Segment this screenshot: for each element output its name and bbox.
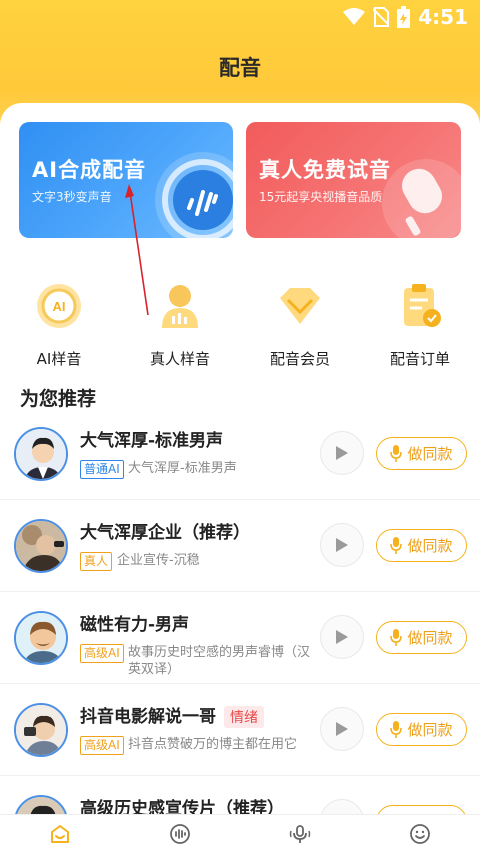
voice-description: 大气浑厚-标准男声 (128, 461, 237, 476)
make-same-button[interactable]: 做同款 (376, 713, 467, 746)
tab-profile[interactable] (360, 815, 480, 853)
person-icon (162, 285, 198, 328)
waveform-icon (170, 824, 190, 844)
tab-home[interactable] (0, 815, 120, 853)
play-button[interactable] (320, 615, 364, 659)
play-icon (336, 538, 348, 552)
voice-list-item[interactable]: 抖音电影解说一哥 情绪 高级AI 抖音点赞破万的博主都在用它 做同款 (0, 684, 480, 776)
voice-type-tag: 高级AI (80, 736, 124, 755)
make-same-label: 做同款 (407, 629, 453, 647)
make-same-label: 做同款 (407, 721, 453, 739)
avatar (14, 519, 68, 573)
play-icon (336, 722, 348, 736)
quick-action-label: 配音会员 (269, 350, 330, 368)
quick-action-label: AI样音 (36, 350, 82, 368)
quick-action-orders[interactable]: 配音订单 (370, 280, 470, 369)
ai-bubble-icon: AI (37, 284, 81, 328)
voice-name: 大气浑厚-标准男声 (80, 431, 224, 451)
tab-microphone[interactable] (240, 815, 360, 853)
battery-icon (397, 6, 411, 28)
voice-list-item[interactable]: 大气浑厚企业（推荐） 真人 企业宣传-沉稳 做同款 (0, 500, 480, 592)
make-same-button[interactable]: 做同款 (376, 529, 467, 562)
voice-name-text: 抖音电影解说一哥 (80, 707, 216, 727)
microphone-icon (390, 629, 403, 646)
play-button[interactable] (320, 707, 364, 751)
quick-action-membership[interactable]: 配音会员 (250, 280, 350, 369)
emotion-tag: 情绪 (224, 706, 264, 728)
play-icon (336, 630, 348, 644)
voice-type-tag: 高级AI (80, 644, 124, 663)
microphone-icon (289, 825, 311, 843)
quick-action-label: 配音订单 (389, 350, 450, 368)
play-icon (336, 446, 348, 460)
smiley-icon (410, 824, 430, 844)
microphone-icon (390, 445, 403, 462)
home-icon (51, 825, 69, 843)
page-title: 配音 (219, 56, 261, 80)
voice-type-tag: 真人 (80, 552, 113, 571)
microphone-icon (390, 537, 403, 554)
avatar (14, 703, 68, 757)
voice-list-item[interactable]: 大气浑厚-标准男声 普通AI 大气浑厚-标准男声 做同款 (0, 408, 480, 500)
bottom-tab-bar (0, 814, 480, 853)
make-same-button[interactable]: 做同款 (376, 621, 467, 654)
play-button[interactable] (320, 523, 364, 567)
tab-sound[interactable] (120, 815, 240, 853)
voice-name: 大气浑厚企业（推荐） (80, 523, 250, 543)
clipboard-icon (404, 284, 441, 327)
voice-description: 抖音点赞破万的博主都在用它 (128, 737, 298, 752)
voice-description: 企业宣传-沉稳 (117, 553, 200, 568)
microphone-icon (390, 721, 403, 738)
diamond-icon (280, 288, 320, 324)
quick-action-label: 真人样音 (149, 350, 210, 368)
quick-action-human-sample[interactable]: 真人样音 (130, 280, 230, 369)
voice-type-tag: 普通AI (80, 460, 124, 479)
no-sim-icon (373, 7, 390, 27)
play-button[interactable] (320, 431, 364, 475)
status-bar: 4:51 (0, 0, 480, 33)
make-same-label: 做同款 (407, 537, 453, 555)
voice-description: 故事历史时空感的男声睿博（汉英双译） (128, 645, 311, 677)
avatar (14, 611, 68, 665)
status-time: 4:51 (418, 5, 468, 29)
banner-subtitle: 15元起享央视播音品质 (259, 190, 383, 204)
wifi-icon (343, 8, 366, 25)
make-same-label: 做同款 (407, 445, 453, 463)
quick-action-ai-sample[interactable]: AI AI样音 (9, 280, 109, 369)
make-same-button[interactable]: 做同款 (376, 437, 467, 470)
voice-name: 抖音电影解说一哥 情绪 (80, 702, 264, 728)
svg-text:AI: AI (53, 299, 66, 314)
recommend-section-title: 为您推荐 (20, 388, 97, 410)
voice-list-item[interactable]: 磁性有力-男声 高级AI 故事历史时空感的男声睿博（汉英双译） 做同款 (0, 592, 480, 684)
voice-name: 磁性有力-男声 (80, 615, 190, 635)
human-voice-trial-banner[interactable]: 真人免费试音 15元起享央视播音品质 (246, 122, 461, 238)
banner-subtitle: 文字3秒变声音 (32, 190, 112, 204)
avatar (14, 427, 68, 481)
microphone-icon (382, 159, 461, 238)
